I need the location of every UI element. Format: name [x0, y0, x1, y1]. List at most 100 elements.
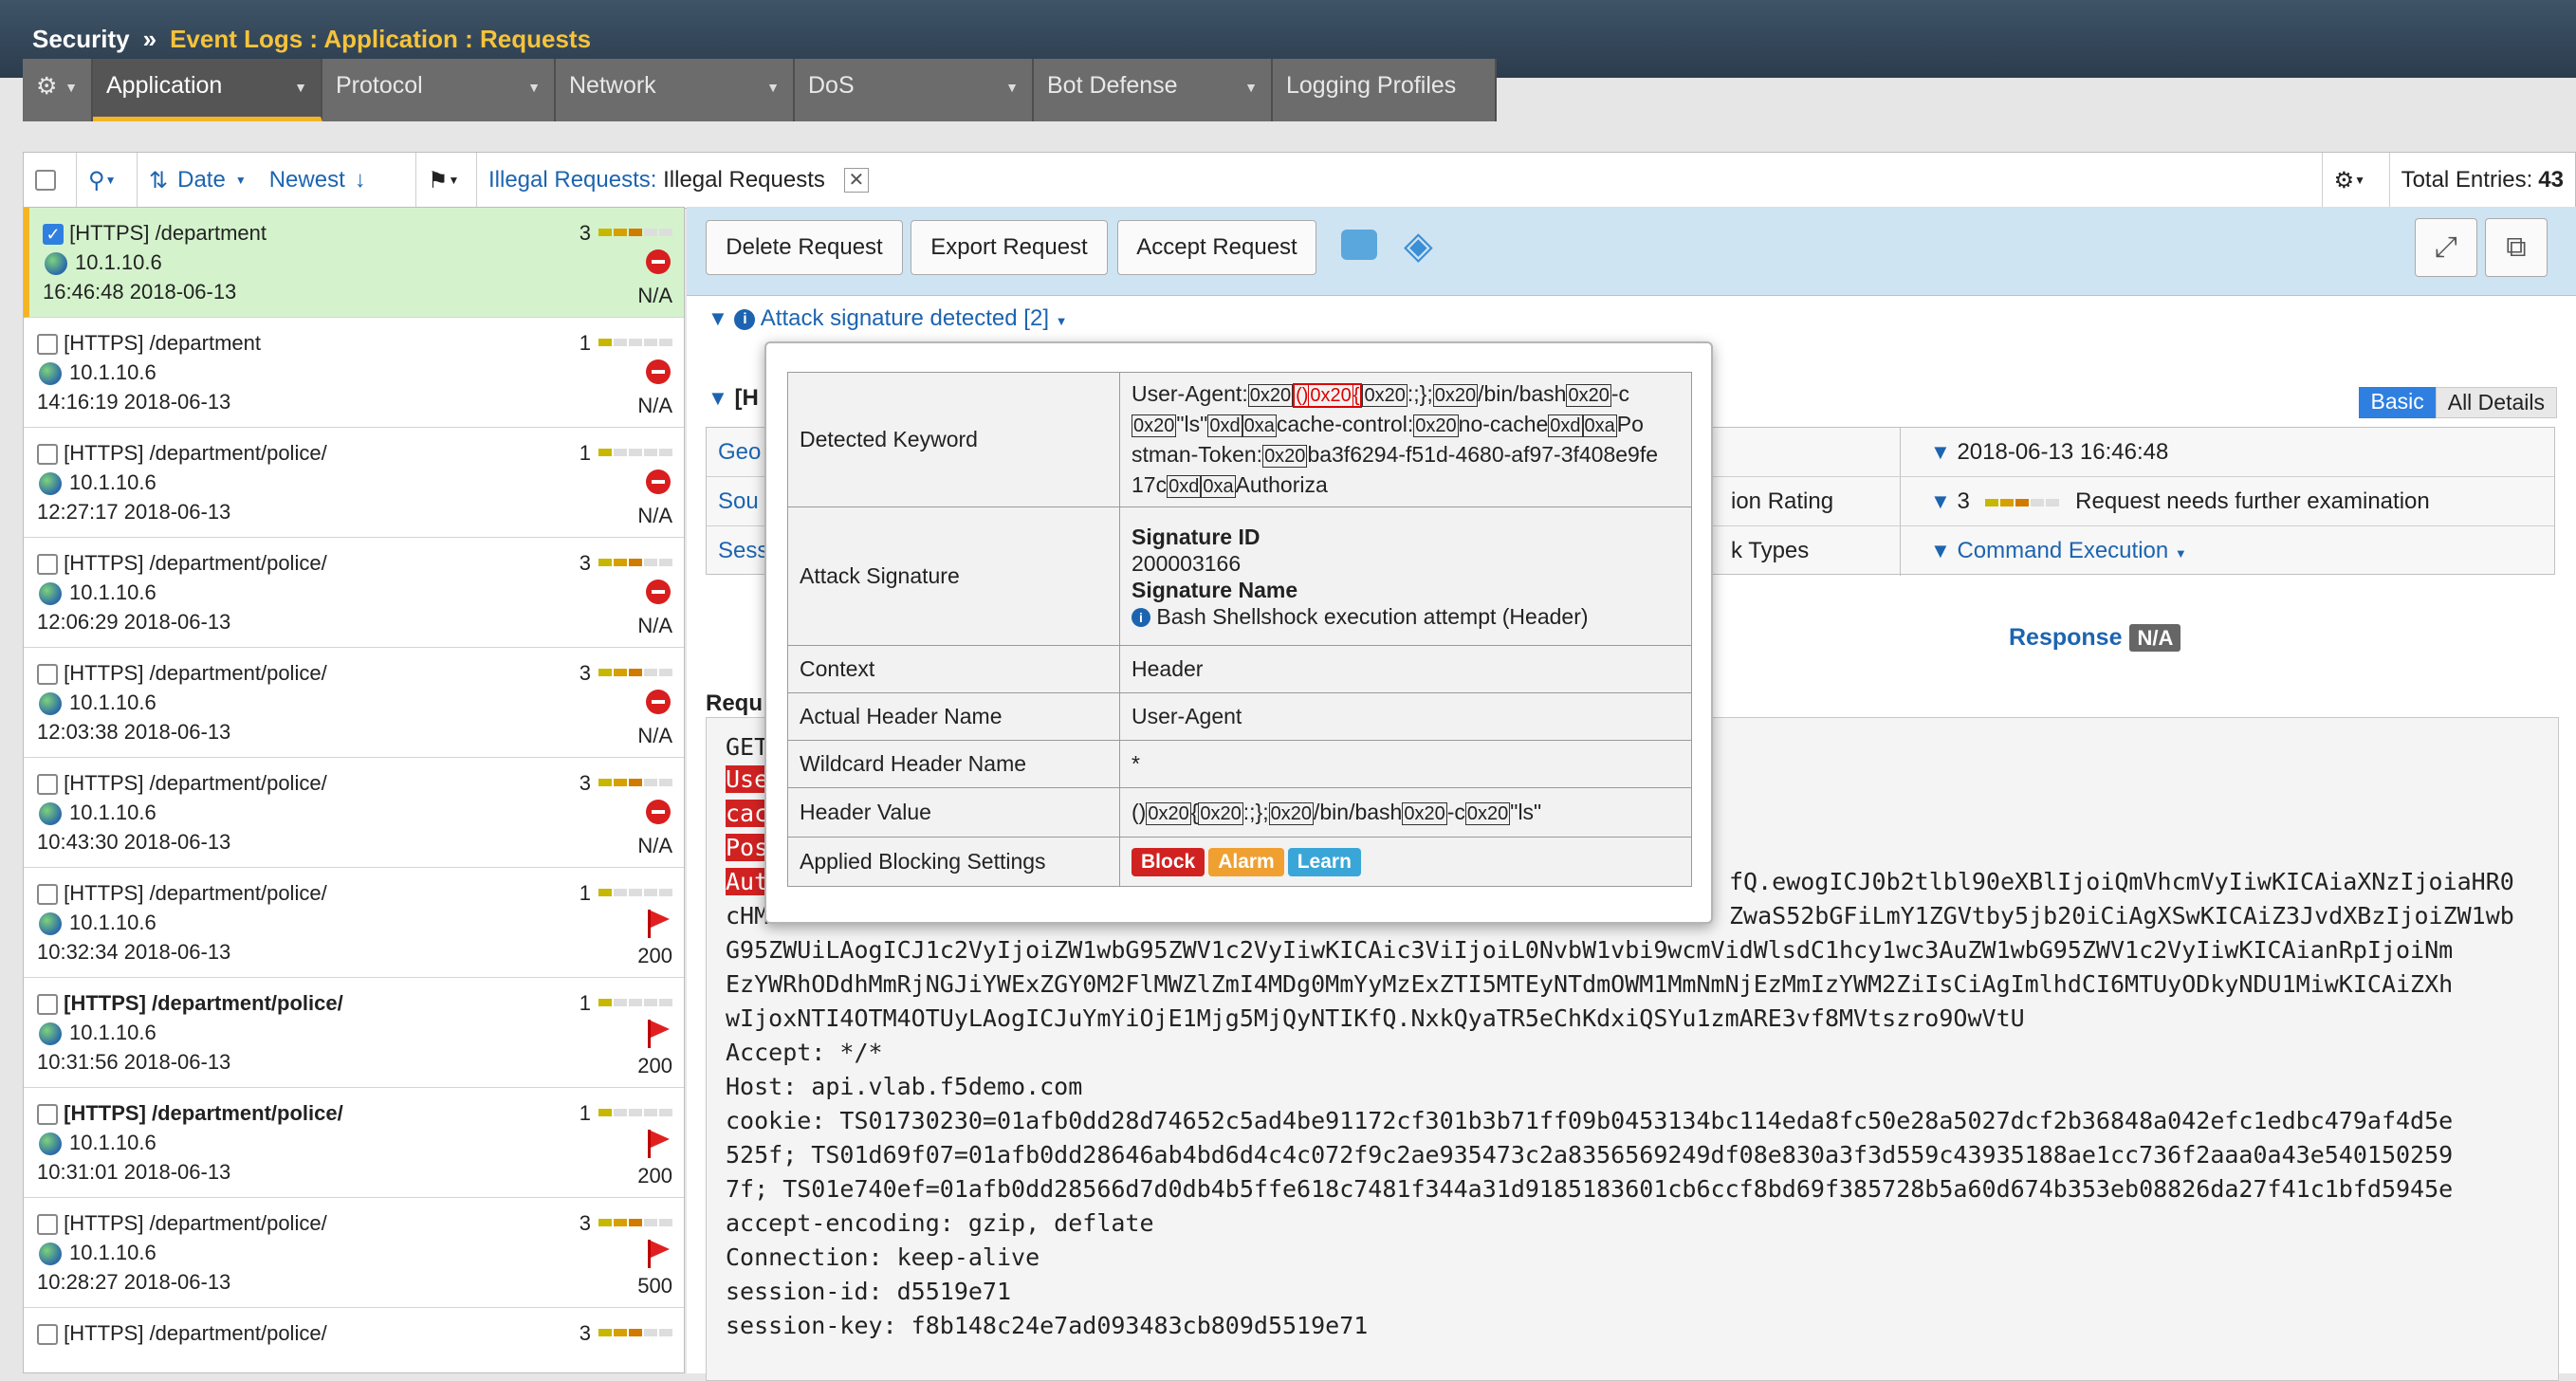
tab-dos[interactable]: DoS ▼	[795, 59, 1034, 121]
request-url[interactable]: [HTTPS] /department/police/	[64, 551, 327, 575]
request-row[interactable]: [HTTPS] /department 10.1.10.6 14:16:19 201…	[24, 318, 684, 428]
main-tabs: ⚙ ▼ Application ▼ Protocol ▼ Network ▼ DoS ▼ …	[23, 59, 1497, 121]
request-time: 12:06:29 2018-06-13	[37, 610, 231, 634]
request-row[interactable]: [HTTPS] /department/police/10.1.10.6 12:2…	[24, 428, 684, 538]
request-url-line: [HTTPS] /department/police/	[37, 661, 327, 686]
attack-signature-label: Attack Signature	[787, 506, 1120, 646]
request-row[interactable]: [HTTPS] /department/police/10.1.10.6 12:0…	[24, 648, 684, 758]
row-checkbox[interactable]	[37, 884, 58, 906]
bookmark-button[interactable]: ⚑ ▼	[416, 153, 477, 208]
tab-network[interactable]: Network ▼	[556, 59, 795, 121]
request-status	[646, 690, 671, 720]
expand-button[interactable]: ⤢	[2415, 218, 2477, 277]
request-ip: 10.1.10.6	[69, 1131, 156, 1154]
row-checkbox[interactable]	[37, 774, 58, 796]
request-url[interactable]: [HTTPS] /department/police/	[64, 661, 327, 685]
request-url-line: [HTTPS] /department/police/	[37, 1101, 343, 1126]
tab-protocol[interactable]: Protocol ▼	[322, 59, 556, 121]
row-checkbox[interactable]	[37, 554, 58, 576]
all-details-button[interactable]: All Details	[2435, 387, 2557, 418]
violation-rating: 1	[579, 331, 591, 355]
request-url[interactable]: [HTTPS] /department	[64, 331, 261, 355]
request-row[interactable]: [HTTPS] /department/police/3	[24, 1308, 684, 1372]
tab-logging-profiles[interactable]: Logging Profiles	[1273, 59, 1497, 121]
request-row[interactable]: [HTTPS] /department/police/10.1.10.6 12:0…	[24, 538, 684, 648]
request-row[interactable]: ✓ [HTTPS] /department 10.1.10.6 16:46:48 2…	[24, 208, 684, 318]
request-row[interactable]: [HTTPS] /department/police/10.1.10.6 10:4…	[24, 758, 684, 868]
filter-icon[interactable]: ▼	[1930, 489, 1951, 513]
request-url[interactable]: [HTTPS] /department/police/	[64, 771, 327, 795]
select-all-checkbox[interactable]	[24, 153, 77, 208]
row-checkbox[interactable]	[37, 1104, 58, 1126]
breadcrumb-path[interactable]: Event Logs : Application : Requests	[170, 25, 591, 54]
row-checkbox[interactable]	[37, 334, 58, 356]
export-request-button[interactable]: Export Request	[911, 220, 1108, 275]
raw-line: Accept: */*	[726, 1039, 883, 1066]
rating-bars	[598, 999, 672, 1006]
remove-filter-button[interactable]: ✕	[843, 168, 869, 193]
basic-view-button[interactable]: Basic	[2359, 387, 2436, 418]
arrow-down-icon: ↓	[354, 167, 366, 193]
open-external-button[interactable]: ⧉	[2485, 218, 2548, 277]
request-url-line: [HTTPS] /department/police/	[37, 551, 327, 576]
request-ip: 10.1.10.6	[69, 470, 156, 494]
request-row[interactable]: [HTTPS] /department/police/10.1.10.6 10:2…	[24, 1198, 684, 1308]
row-checkbox[interactable]	[37, 444, 58, 466]
sort-order-toggle[interactable]: Newest	[269, 167, 345, 193]
tab-label: Network	[569, 72, 656, 99]
request-status	[646, 800, 671, 830]
row-checkbox[interactable]	[37, 664, 58, 686]
search-icon: ⚲	[88, 167, 105, 193]
response-badge: N/A	[2129, 624, 2181, 652]
info-icon: i	[734, 308, 756, 330]
accept-request-button[interactable]: Accept Request	[1117, 220, 1316, 275]
response-code: 200	[637, 944, 672, 967]
sort-field-dropdown[interactable]: Date	[177, 167, 226, 193]
request-row[interactable]: [HTTPS] /department/police/10.1.10.6 10:3…	[24, 978, 684, 1088]
row-checkbox[interactable]	[37, 994, 58, 1016]
filter-icon[interactable]: ▼	[1930, 440, 1951, 464]
gear-icon: ⚙	[2333, 167, 2355, 193]
row-checkbox[interactable]: ✓	[43, 224, 64, 246]
request-ip-line: 10.1.10.6	[39, 470, 156, 496]
blocking-settings: Block Alarm Learn	[1119, 837, 1692, 887]
request-url[interactable]: [HTTPS] /department/police/	[64, 1101, 343, 1125]
tab-application[interactable]: Application ▼	[93, 59, 322, 121]
request-url[interactable]: [HTTPS] /department/police/	[64, 991, 343, 1015]
tag-icon[interactable]: ◈	[1404, 227, 1447, 265]
row-checkbox[interactable]	[37, 1324, 58, 1346]
response-status[interactable]: Response N/A	[2009, 624, 2181, 652]
attack-type-link[interactable]: ▼ Command Execution ▼	[1930, 538, 2187, 564]
rating-bars	[598, 229, 672, 236]
request-url[interactable]: [HTTPS] /department/police/	[64, 1211, 327, 1235]
search-button[interactable]: ⚲ ▼	[77, 153, 138, 208]
tab-label: Protocol	[336, 72, 423, 99]
checkbox[interactable]	[35, 170, 56, 191]
rating-bars	[598, 1329, 672, 1336]
delete-request-button[interactable]: Delete Request	[706, 220, 903, 275]
request-url[interactable]: [HTTPS] /department/police/	[64, 1321, 327, 1345]
response-code: N/A	[637, 394, 672, 417]
request-row[interactable]: [HTTPS] /department/police/10.1.10.6 10:3…	[24, 1088, 684, 1198]
request-url-line: ✓ [HTTPS] /department	[43, 221, 267, 246]
breadcrumb-root[interactable]: Security	[32, 25, 130, 54]
request-url[interactable]: [HTTPS] /department	[69, 221, 267, 245]
request-ip: 10.1.10.6	[69, 580, 156, 604]
violation-rating: 1	[579, 1101, 591, 1125]
globe-icon	[39, 802, 62, 826]
violation-rating: ▼ 3 Request needs further examination	[1930, 488, 2430, 515]
comment-icon[interactable]	[1341, 230, 1377, 260]
info-icon[interactable]: i	[1132, 608, 1150, 628]
section-prefix-text: [H	[734, 385, 759, 411]
raw-line: G95ZWUiLAogICJ1c2VyIjoiZW1wbG95ZWV1c2VyI…	[726, 936, 2454, 964]
tab-bot-defense[interactable]: Bot Defense ▼	[1034, 59, 1273, 121]
request-url[interactable]: [HTTPS] /department/police/	[64, 881, 327, 905]
action-bar: Delete Request Export Request Accept Req…	[687, 207, 2576, 296]
settings-menu-button[interactable]: ⚙ ▼	[23, 59, 93, 121]
attack-signature-toggle[interactable]: ▼ i Attack signature detected [2] ▼	[708, 305, 1068, 332]
list-settings-button[interactable]: ⚙ ▼	[2321, 153, 2390, 208]
request-row[interactable]: [HTTPS] /department/police/10.1.10.6 10:3…	[24, 868, 684, 978]
request-url[interactable]: [HTTPS] /department/police/	[64, 441, 327, 465]
globe-icon	[39, 692, 62, 716]
row-checkbox[interactable]	[37, 1214, 58, 1236]
